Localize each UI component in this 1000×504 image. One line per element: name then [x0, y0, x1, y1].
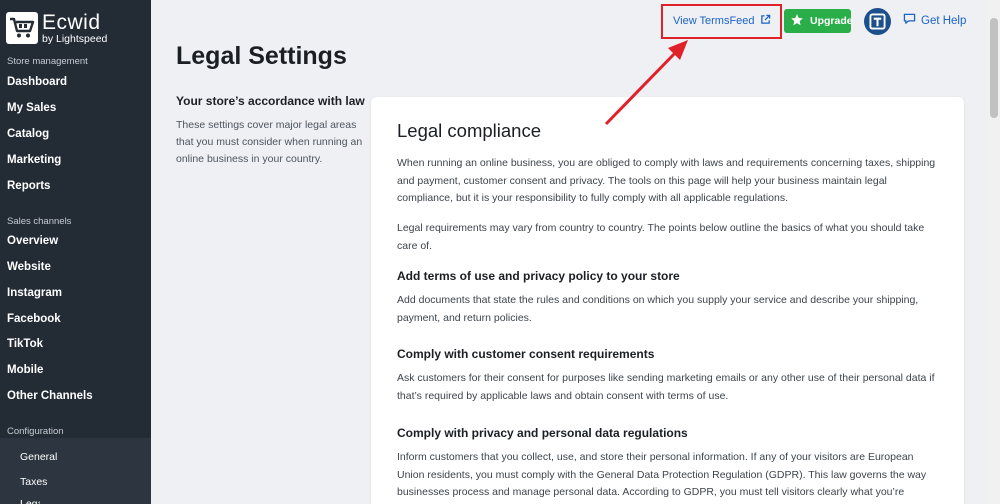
sidebar-item-dashboard[interactable]: Dashboard: [7, 76, 67, 88]
sidebar-item-general[interactable]: General: [20, 451, 57, 463]
heading-privacy: Comply with privacy and personal data re…: [397, 426, 688, 440]
sidebar-item-catalog[interactable]: Catalog: [7, 128, 49, 140]
section-description: These settings cover major legal areas t…: [176, 119, 363, 165]
brand-sub: by Lightspeed: [42, 33, 108, 45]
section-store-management: Store management: [7, 56, 88, 67]
card-title: Legal compliance: [397, 120, 541, 141]
sidebar-item-website[interactable]: Website: [7, 261, 51, 273]
intro-paragraph-2: Legal requirements may vary from country…: [397, 222, 925, 252]
view-termsfeed-label: View TermsFeed: [673, 15, 755, 27]
sidebar-item-marketing[interactable]: Marketing: [7, 154, 61, 166]
cart-icon: [6, 12, 38, 45]
paragraph-terms: Add documents that state the rules and c…: [397, 294, 919, 324]
sidebar-item-legal[interactable]: Legal: [20, 498, 40, 504]
brand-name: Ecwid: [42, 11, 101, 34]
intro-paragraph: When running an online business, you are…: [397, 157, 936, 204]
sidebar-item-my-sales[interactable]: My Sales: [7, 102, 56, 114]
section-sales-channels: Sales channels: [7, 216, 72, 227]
upgrade-button[interactable]: Upgrade: [784, 9, 853, 33]
section-heading: Your store’s accordance with law: [176, 94, 365, 108]
sidebar-item-overview[interactable]: Overview: [7, 235, 58, 247]
star-icon: [790, 13, 804, 30]
sidebar-item-tiktok[interactable]: TikTok: [7, 338, 43, 350]
sidebar-item-instagram[interactable]: Instagram: [7, 287, 62, 299]
heading-consent: Comply with customer consent requirement…: [397, 347, 655, 361]
paragraph-privacy: Inform customers that you collect, use, …: [397, 451, 927, 498]
chat-bubble-icon: [903, 13, 916, 28]
sidebar-item-taxes[interactable]: Taxes: [20, 476, 47, 488]
ecwid-logo[interactable]: Ecwid by Lightspeed: [6, 12, 107, 45]
sidebar-item-mobile[interactable]: Mobile: [7, 364, 43, 376]
paragraph-consent: Ask customers for their consent for purp…: [397, 372, 935, 402]
view-termsfeed-link[interactable]: View TermsFeed: [673, 14, 771, 28]
sidebar-item-other-channels[interactable]: Other Channels: [7, 390, 93, 402]
external-link-icon: [760, 14, 771, 28]
section-configuration: Configuration: [7, 426, 64, 437]
page-title: Legal Settings: [176, 42, 347, 70]
config-submenu: [0, 438, 151, 504]
heading-terms: Add terms of use and privacy policy to y…: [397, 269, 680, 283]
scrollbar-thumb[interactable]: [990, 18, 998, 118]
get-help-label: Get Help: [921, 14, 967, 27]
sidebar-item-facebook[interactable]: Facebook: [7, 313, 61, 325]
get-help-link[interactable]: Get Help: [903, 13, 966, 28]
sidebar-item-reports[interactable]: Reports: [7, 180, 50, 192]
sidebar: Ecwid by Lightspeed Store management Das…: [0, 0, 151, 504]
account-avatar[interactable]: [864, 8, 891, 35]
upgrade-label: Upgrade: [810, 15, 853, 27]
